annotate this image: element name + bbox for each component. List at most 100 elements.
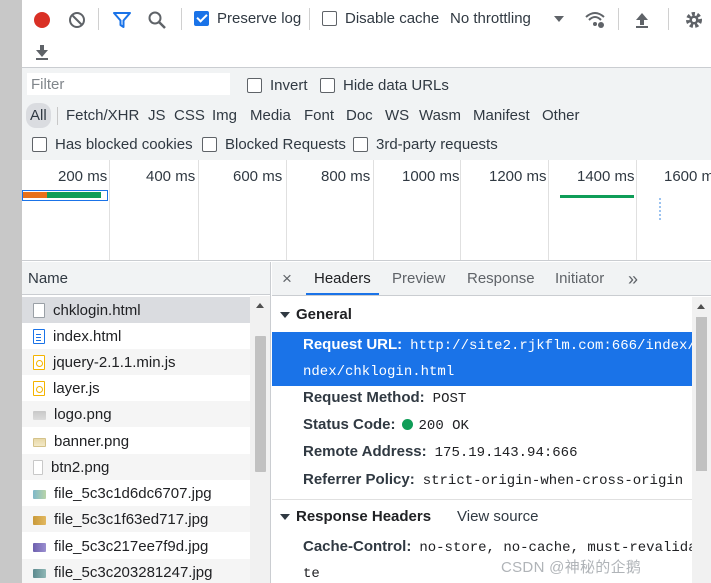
tab-preview[interactable]: Preview — [392, 262, 445, 295]
request-name: index.html — [53, 327, 122, 345]
request-row[interactable]: file_5c3c1d6dc6707.jpg — [22, 480, 250, 506]
remote-address-key: Remote Address: — [303, 443, 427, 460]
view-source-link[interactable]: View source — [457, 508, 538, 525]
disable-cache-checkbox[interactable]: Disable cache — [322, 10, 439, 27]
disable-cache-label: Disable cache — [345, 10, 440, 27]
request-url-row[interactable]: Request URL: http://site2.rjkflm.com:666/… — [272, 332, 704, 386]
request-row[interactable]: jquery-2.1.1.min.js — [22, 349, 250, 375]
third-party-checkbox[interactable]: 3rd-party requests — [353, 136, 498, 153]
scrollbar-thumb[interactable] — [255, 336, 266, 472]
has-blocked-cookies-label: Has blocked cookies — [55, 136, 193, 153]
export-har-button[interactable] — [30, 40, 54, 64]
hide-data-urls-check-icon[interactable] — [320, 78, 335, 93]
general-section-header[interactable]: General — [280, 306, 352, 323]
devtools-network-panel: Preserve log Disable cache No throttling — [22, 0, 711, 583]
request-details-panel: × Headers Preview Response Initiator » G… — [272, 262, 711, 583]
status-ok-icon — [401, 419, 413, 430]
image-icon — [33, 515, 46, 525]
download-icon — [36, 45, 48, 60]
invert-check-icon[interactable] — [247, 78, 262, 93]
has-blocked-cookies-check-icon[interactable] — [32, 137, 47, 152]
type-filter-js[interactable]: JS — [148, 103, 166, 128]
blocked-requests-check-icon[interactable] — [202, 137, 217, 152]
request-method-row: Request Method: POST — [303, 389, 466, 407]
request-name: jquery-2.1.1.min.js — [53, 353, 176, 371]
plain-document-icon — [33, 302, 45, 318]
collapse-triangle-icon — [280, 514, 290, 521]
response-headers-title: Response Headers — [296, 508, 432, 525]
type-filter-img[interactable]: Img — [212, 103, 237, 128]
request-row[interactable]: btn2.png — [22, 454, 250, 480]
preserve-log-check-icon[interactable] — [194, 11, 209, 26]
overview-tick-label: 1600 ms — [664, 168, 711, 185]
request-row[interactable]: chklogin.html — [22, 297, 250, 323]
has-blocked-cookies-checkbox[interactable]: Has blocked cookies — [32, 136, 193, 153]
request-list-scrollbar[interactable] — [250, 296, 270, 583]
third-party-label: 3rd-party requests — [376, 136, 498, 153]
more-tabs-button[interactable]: » — [628, 262, 638, 295]
request-row[interactable]: banner.png — [22, 428, 250, 454]
disable-cache-check-icon[interactable] — [322, 11, 337, 26]
type-filter-other[interactable]: Other — [542, 103, 580, 128]
request-name: banner.png — [54, 432, 130, 450]
blocked-requests-checkbox[interactable]: Blocked Requests — [202, 136, 346, 153]
scrollbar-thumb[interactable] — [696, 317, 707, 471]
invert-label: Invert — [270, 77, 308, 94]
type-filter-fetch-xhr[interactable]: Fetch/XHR — [66, 103, 139, 128]
csdn-watermark: CSDN @神秘的企鹅 — [501, 559, 642, 576]
overview-gridline — [548, 160, 549, 260]
close-details-button[interactable]: × — [282, 262, 292, 295]
request-row[interactable]: layer.js — [22, 375, 250, 401]
record-button[interactable] — [30, 8, 54, 32]
details-scrollbar[interactable] — [692, 297, 711, 583]
request-row[interactable]: file_5c3c217ee7f9d.jpg — [22, 533, 250, 559]
request-name: chklogin.html — [53, 301, 141, 319]
status-code-row: Status Code: 200 OK — [303, 416, 469, 434]
network-settings-button[interactable] — [682, 8, 706, 32]
overview-waterfall-bar — [23, 192, 47, 198]
type-filter-manifest[interactable]: Manifest — [473, 103, 530, 128]
type-filter-ws[interactable]: WS — [385, 103, 409, 128]
status-code-key: Status Code: — [303, 416, 396, 433]
type-filter-doc[interactable]: Doc — [346, 103, 373, 128]
image-icon — [33, 437, 46, 447]
type-filter-font[interactable]: Font — [304, 103, 334, 128]
html-document-icon — [33, 328, 45, 344]
request-url-value: http://site2.rjkflm.com:666/index/i — [410, 338, 705, 354]
column-header-name[interactable]: Name — [22, 262, 270, 295]
type-filter-css[interactable]: CSS — [174, 103, 205, 128]
third-party-check-icon[interactable] — [353, 137, 368, 152]
throttling-select[interactable]: No throttling — [450, 10, 565, 27]
response-headers-section-header[interactable]: Response Headers — [280, 508, 431, 525]
plain-document-icon — [33, 459, 43, 475]
request-name: file_5c3c1d6dc6707.jpg — [54, 484, 212, 502]
request-url-value-cont: ndex/chklogin.html — [303, 364, 455, 380]
scroll-up-arrow-icon[interactable] — [697, 304, 705, 309]
network-conditions-button[interactable] — [583, 8, 607, 32]
overview-gridline — [286, 160, 287, 260]
tab-headers[interactable]: Headers — [306, 262, 379, 295]
import-har-button[interactable] — [630, 8, 654, 32]
tab-initiator[interactable]: Initiator — [555, 262, 604, 295]
type-filter-wasm[interactable]: Wasm — [419, 103, 461, 128]
network-overview[interactable]: 200 ms 400 ms 600 ms 800 ms 1000 ms 1200… — [22, 160, 711, 261]
filter-toggle-button[interactable] — [110, 8, 134, 32]
preserve-log-checkbox[interactable]: Preserve log — [194, 10, 301, 27]
hide-data-urls-checkbox[interactable]: Hide data URLs — [320, 77, 449, 94]
clear-button[interactable] — [65, 8, 89, 32]
request-row[interactable]: logo.png — [22, 401, 250, 427]
request-row[interactable]: file_5c3c1f63ed717.jpg — [22, 506, 250, 532]
overview-tick-label: 200 ms — [58, 168, 108, 185]
overview-gridline — [460, 160, 461, 260]
request-row[interactable]: index.html — [22, 323, 250, 349]
type-filter-all[interactable]: All — [26, 103, 51, 128]
tab-response[interactable]: Response — [467, 262, 535, 295]
image-icon — [33, 568, 46, 578]
type-filter-media[interactable]: Media — [250, 103, 291, 128]
invert-checkbox[interactable]: Invert — [247, 77, 308, 94]
search-button[interactable] — [145, 8, 169, 32]
request-row[interactable]: file_5c3c203281247.jpg — [22, 559, 250, 583]
filter-input[interactable] — [27, 73, 230, 95]
clear-icon — [69, 12, 85, 28]
scroll-up-arrow-icon[interactable] — [256, 303, 264, 308]
